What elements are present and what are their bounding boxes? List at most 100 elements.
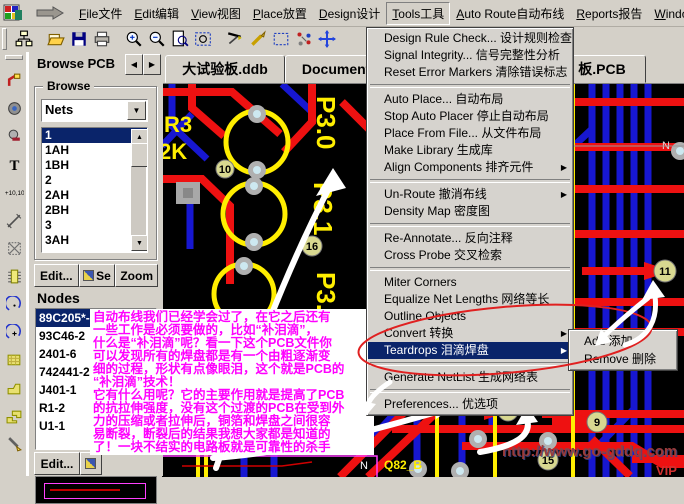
place-fill-icon[interactable] xyxy=(4,350,24,370)
menu-edit[interactable]: Edit编辑 xyxy=(128,2,185,25)
menu-item-make-library[interactable]: Make Library 生成库 xyxy=(368,142,572,159)
menu-item-generate-netlist[interactable]: Generate NetList 生成网络表 xyxy=(368,369,572,386)
browse-group: Browse Nets ▼ 1 1AH 1BH 2 2AH 2BH 3 3AH … xyxy=(34,86,157,260)
submenu-arrow-icon: ▶ xyxy=(561,342,567,359)
browse-group-label: Browse xyxy=(43,79,94,93)
save-icon[interactable] xyxy=(68,29,89,50)
nodes-label: Nodes xyxy=(37,290,80,306)
menu-item-cross-probe[interactable]: Cross Probe 交叉检索 xyxy=(368,247,572,264)
menu-design[interactable]: Design设计 xyxy=(313,2,386,25)
net-edit-button[interactable]: Edit... xyxy=(34,264,79,287)
menu-item-density-map[interactable]: Density Map 密度图 xyxy=(368,203,572,220)
menu-item-miter-corners[interactable]: Miter Corners xyxy=(368,274,572,291)
panel-next-button[interactable]: ▶ xyxy=(143,54,161,75)
panel-prev-button[interactable]: ◀ xyxy=(125,54,143,75)
node-edit-button[interactable]: Edit... xyxy=(34,452,80,475)
menu-item-stop-auto-placer[interactable]: Stop Auto Placer 停止自动布局 xyxy=(368,108,572,125)
menu-item-teardrops-remove[interactable]: Remove 删除 xyxy=(570,350,676,368)
menu-item-outline-objects[interactable]: Outline Objects xyxy=(368,308,572,325)
board-outline-mini xyxy=(44,483,146,499)
zoom-out-icon[interactable] xyxy=(146,29,167,50)
drop-arrow-icon[interactable] xyxy=(35,6,65,20)
print-icon[interactable] xyxy=(91,29,112,50)
tutorial-annotation-box: 自动布线我们已经学会过了，在它之后还有 一些工作是必须要做的，比如“补泪滴”， … xyxy=(90,309,374,455)
menu-item-design-rule-check[interactable]: Design Rule Check... 设计规则检查 xyxy=(368,30,572,47)
magnifier-preview xyxy=(35,476,157,504)
menu-autoroute[interactable]: Auto Route自动布线 xyxy=(450,2,570,25)
place-dimension-icon[interactable] xyxy=(4,210,24,230)
menu-item-auto-place[interactable]: Auto Place... 自动布局 xyxy=(368,91,572,108)
scatter-route-icon[interactable] xyxy=(293,29,314,50)
menu-item-re-annotate[interactable]: Re-Annotate... 反向注释 xyxy=(368,230,572,247)
menu-window[interactable]: Window窗口 xyxy=(648,2,684,25)
place-arc-edge-icon[interactable] xyxy=(4,322,24,342)
submenu-arrow-icon: ▶ xyxy=(561,186,567,203)
select-area-icon[interactable] xyxy=(270,29,291,50)
submenu-arrow-icon: ▶ xyxy=(561,325,567,342)
place-pad-icon[interactable] xyxy=(4,98,24,118)
scroll-down-icon[interactable]: ▼ xyxy=(131,235,148,251)
menu-separator xyxy=(370,389,570,393)
svg-text:P3.0: P3.0 xyxy=(311,96,341,150)
zoom-document-icon[interactable] xyxy=(169,29,190,50)
split-plane-icon[interactable] xyxy=(4,434,24,454)
menu-item-signal-integrity[interactable]: Signal Integrity... 信号完整性分析 xyxy=(368,47,572,64)
menu-separator xyxy=(370,179,570,183)
mini-trace xyxy=(50,489,120,491)
place-component-icon[interactable] xyxy=(4,266,24,286)
place-polygon-cutout-icon[interactable] xyxy=(4,406,24,426)
node-select-button[interactable] xyxy=(80,452,102,475)
toolbar-drag-handle[interactable] xyxy=(2,28,7,50)
menu-view[interactable]: View视图 xyxy=(185,2,247,25)
place-coordinate-icon[interactable]: +10,10 xyxy=(4,182,24,202)
scroll-thumb[interactable] xyxy=(131,143,148,167)
place-polygon-icon[interactable] xyxy=(4,378,24,398)
browse-mode-select[interactable]: Nets ▼ xyxy=(41,99,148,122)
nets-list[interactable]: 1 1AH 1BH 2 2AH 2BH 3 3AH ▲ ▼ xyxy=(41,127,148,253)
net-zoom-button[interactable]: Zoom xyxy=(115,264,158,287)
menu-reports[interactable]: Reports报告 xyxy=(570,2,648,25)
menu-item-place-from-file[interactable]: Place From File... 从文件布局 xyxy=(368,125,572,142)
place-via-icon[interactable] xyxy=(4,126,24,146)
move-cross-icon[interactable] xyxy=(316,29,337,50)
palette-drag-handle[interactable] xyxy=(5,55,23,60)
menu-item-un-route[interactable]: Un-Route 撤消布线▶ xyxy=(368,186,572,203)
svg-text:P3.1: P3.1 xyxy=(308,182,338,236)
nodes-buttons-row: Edit... xyxy=(34,452,102,475)
vip-label: VIP xyxy=(656,463,677,477)
svg-text:T: T xyxy=(9,157,19,172)
menu-separator xyxy=(370,223,570,227)
svg-text:11: 11 xyxy=(659,266,671,278)
menu-item-teardrops-add[interactable]: Add 添加 xyxy=(570,332,676,350)
menu-tools[interactable]: Tools工具 xyxy=(386,2,450,25)
zoom-in-icon[interactable] xyxy=(123,29,144,50)
net-label-n: N xyxy=(360,460,368,472)
place-arc-center-icon[interactable] xyxy=(4,294,24,314)
menu-file[interactable]: File文件 xyxy=(73,2,128,25)
open-file-icon[interactable] xyxy=(45,29,66,50)
menu-item-equalize-net-lengths[interactable]: Equalize Net Lengths 网络等长 xyxy=(368,291,572,308)
nets-scrollbar[interactable]: ▲ ▼ xyxy=(131,129,146,251)
wire-pencil-icon[interactable] xyxy=(247,29,268,50)
menu-item-teardrops[interactable]: Teardrops 泪滴焊盘▶ xyxy=(368,342,572,359)
net-select-button[interactable]: Se xyxy=(79,264,116,287)
svg-text:16: 16 xyxy=(306,241,318,253)
menu-item-align-components[interactable]: Align Components 排齐元件▶ xyxy=(368,159,572,176)
svg-text:R3: R3 xyxy=(164,112,192,137)
cross-probe-icon[interactable] xyxy=(224,29,245,50)
menu-item-convert[interactable]: Convert 转换▶ xyxy=(368,325,572,342)
tab-design-database[interactable]: 大试验板.ddb xyxy=(165,55,285,83)
main-toolbar xyxy=(0,26,684,52)
menu-item-preferences[interactable]: Preferences... 优选项 xyxy=(368,396,572,413)
zoom-area-icon[interactable] xyxy=(192,29,213,50)
svg-text:P3.: P3. xyxy=(311,272,341,311)
menu-item-reset-error-markers[interactable]: Reset Error Markers 清除错误标志 xyxy=(368,64,572,81)
place-track-icon[interactable] xyxy=(4,70,24,90)
explorer-tree-icon[interactable] xyxy=(13,29,34,50)
place-fill-keepout-icon[interactable] xyxy=(4,238,24,258)
combo-dropdown-icon[interactable]: ▼ xyxy=(127,101,146,120)
svg-text:2K: 2K xyxy=(162,139,187,164)
menu-place[interactable]: Place放置 xyxy=(247,2,313,25)
menu-separator xyxy=(370,362,570,366)
place-text-icon[interactable]: T xyxy=(4,154,24,174)
